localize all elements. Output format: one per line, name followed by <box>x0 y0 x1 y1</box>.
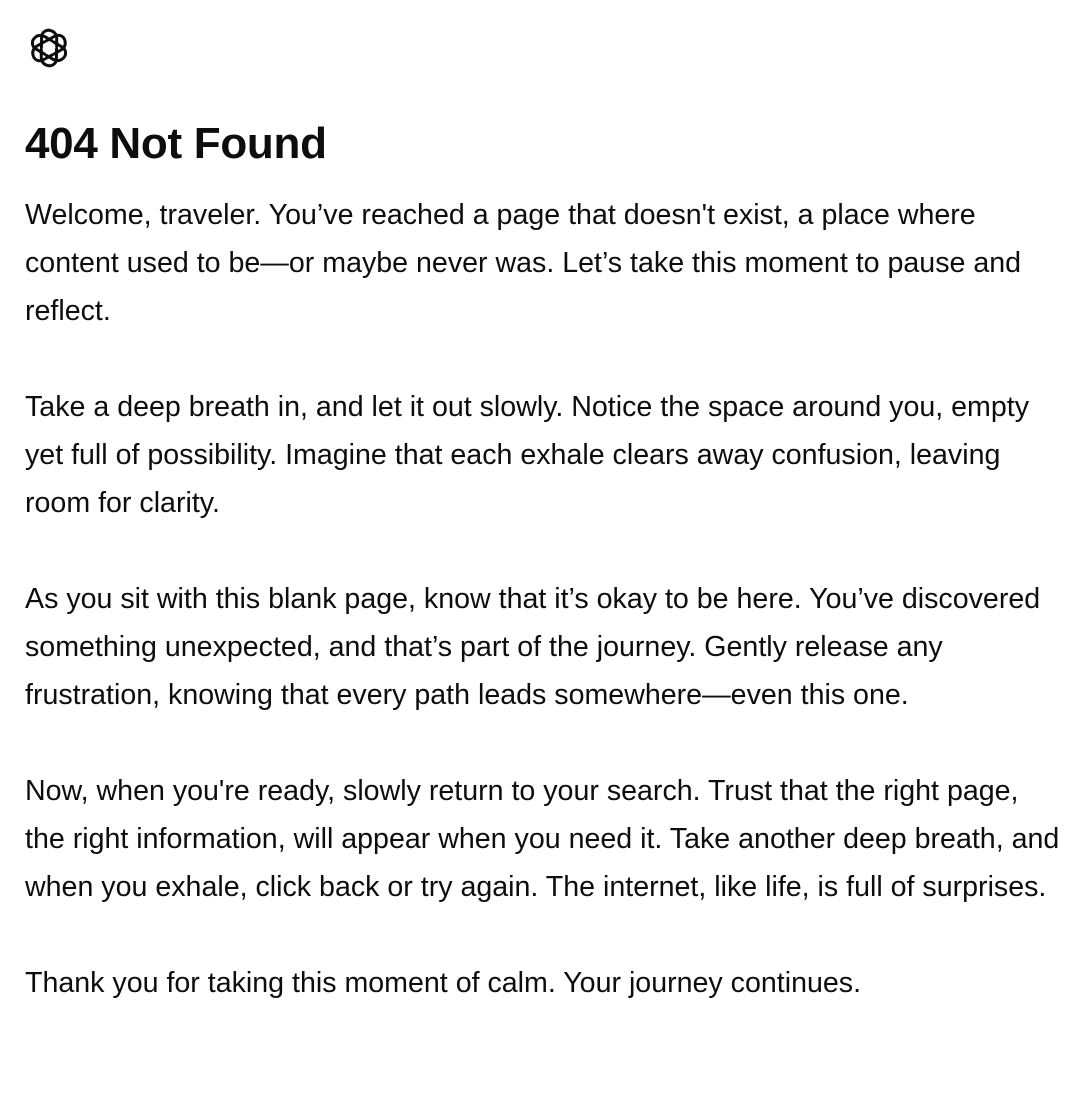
message-body: Welcome, traveler. You’ve reached a page… <box>25 191 1059 1007</box>
message-paragraph-2: Take a deep breath in, and let it out sl… <box>25 391 1030 519</box>
message-paragraph-1: Welcome, traveler. You’ve reached a page… <box>25 199 1022 327</box>
message-paragraph-3: As you sit with this blank page, know th… <box>25 583 1041 711</box>
page: 404 Not Found Welcome, traveler. You’ve … <box>0 0 1078 1007</box>
page-title: 404 Not Found <box>25 119 327 168</box>
message-paragraph-4: Now, when you're ready, slowly return to… <box>25 775 1060 903</box>
message-paragraph-5: Thank you for taking this moment of calm… <box>25 967 862 999</box>
openai-logo-icon <box>30 28 68 68</box>
